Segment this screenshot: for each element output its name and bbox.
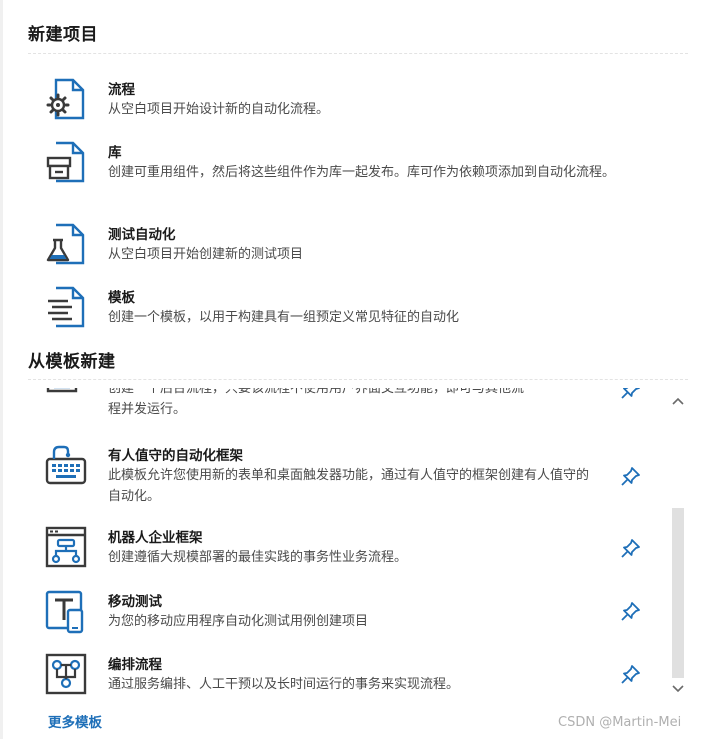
chevron-up-icon[interactable] bbox=[670, 394, 686, 410]
section-title-from-template: 从模板新建 bbox=[28, 352, 116, 372]
item-description: 创建可重用组件，然后将这些组件作为库一起发布。库可作为依赖项添加到自动化流程。 bbox=[108, 165, 616, 180]
more-templates-link[interactable]: 更多模板 bbox=[48, 711, 102, 731]
pin-icon[interactable] bbox=[620, 388, 642, 400]
left-edge bbox=[0, 0, 3, 739]
item-title: 模板 bbox=[108, 290, 135, 306]
pin-icon[interactable] bbox=[620, 600, 642, 622]
item-description: 为您的移动应用程序自动化测试用例创建项目 bbox=[108, 614, 369, 629]
section-divider bbox=[28, 53, 688, 54]
background-process-icon bbox=[44, 388, 88, 423]
section-title-new-project: 新建项目 bbox=[28, 25, 98, 45]
test-flask-icon bbox=[44, 223, 88, 267]
watermark: CSDN @Martin-Mei bbox=[558, 715, 682, 730]
item-description: 通过服务编排、人工干预以及长时间运行的事务来实现流程。 bbox=[108, 677, 460, 692]
library-icon bbox=[44, 141, 88, 185]
pin-icon[interactable] bbox=[620, 465, 642, 487]
scroll-track[interactable] bbox=[672, 416, 684, 678]
template-list[interactable]: 创建一个后台流程，只要该流程不使用用户界面交互功能，即可与其他流 程并发运行。 … bbox=[28, 388, 692, 700]
scroll-thumb[interactable] bbox=[672, 508, 684, 678]
item-title: 测试自动化 bbox=[108, 227, 176, 243]
item-description-line: 程并发运行。 bbox=[108, 402, 187, 417]
item-title: 有人值守的自动化框架 bbox=[108, 448, 243, 464]
item-title: 编排流程 bbox=[108, 657, 162, 673]
item-description-line: 创建一个后台流程，只要该流程不使用用户界面交互功能，即可与其他流 bbox=[108, 388, 525, 396]
item-title: 机器人企业框架 bbox=[108, 530, 203, 546]
mobile-testing-icon bbox=[44, 590, 88, 634]
item-title: 流程 bbox=[108, 82, 135, 98]
item-description: 从空白项目开始设计新的自动化流程。 bbox=[108, 102, 330, 117]
robot-framework-icon bbox=[44, 526, 88, 570]
item-description: 创建遵循大规模部署的最佳实践的事务性业务流程。 bbox=[108, 550, 408, 565]
item-description: 从空白项目开始创建新的测试项目 bbox=[108, 247, 304, 262]
template-list-scrollbar[interactable] bbox=[670, 388, 686, 700]
section-divider bbox=[28, 379, 688, 380]
attended-framework-icon bbox=[44, 444, 88, 488]
process-gear-icon bbox=[44, 78, 88, 122]
pin-icon[interactable] bbox=[620, 663, 642, 685]
pin-icon[interactable] bbox=[620, 537, 642, 559]
chevron-down-icon[interactable] bbox=[670, 680, 686, 696]
item-description: 此模板允许您使用新的表单和桌面触发器功能，通过有人值守的框架创建有人值守的自动化… bbox=[108, 468, 590, 504]
item-description: 创建一个模板，以用于构建具有一组预定义常见特征的自动化 bbox=[108, 310, 460, 325]
orchestration-icon bbox=[44, 653, 88, 697]
template-item-background-process[interactable]: 创建一个后台流程，只要该流程不使用用户界面交互功能，即可与其他流 程并发运行。 bbox=[44, 388, 674, 419]
item-title: 库 bbox=[108, 145, 122, 161]
template-icon bbox=[44, 286, 88, 330]
item-title: 移动测试 bbox=[108, 594, 162, 610]
